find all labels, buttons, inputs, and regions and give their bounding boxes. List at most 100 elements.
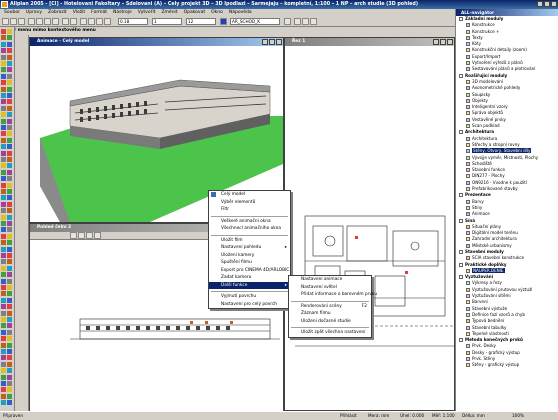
tool-icon[interactable] bbox=[1, 86, 6, 92]
context-menu-item[interactable]: Nastavení pro celý povrch bbox=[209, 301, 290, 309]
tool-icon[interactable] bbox=[1, 150, 6, 156]
tool-icon[interactable] bbox=[1, 54, 6, 60]
layer-select[interactable]: AR_SCHOD_K bbox=[230, 18, 280, 25]
print-icon[interactable] bbox=[28, 18, 35, 25]
menu-3[interactable]: Vložit bbox=[73, 10, 85, 15]
tool-icon[interactable] bbox=[7, 99, 12, 105]
cut-icon[interactable] bbox=[36, 18, 43, 25]
refresh-icon[interactable] bbox=[94, 232, 101, 239]
expand-icon[interactable] bbox=[459, 73, 463, 78]
line-type-select[interactable]: 1 bbox=[152, 18, 182, 25]
tool-icon[interactable] bbox=[1, 323, 6, 329]
tool-icon[interactable] bbox=[7, 323, 12, 329]
expand-icon[interactable] bbox=[459, 275, 463, 280]
submenu-item[interactable]: Nastavení světel bbox=[289, 284, 371, 292]
tool-icon[interactable] bbox=[1, 253, 6, 258]
tool-icon[interactable] bbox=[1, 233, 6, 239]
tool-icon[interactable] bbox=[1, 80, 6, 86]
tool-icon[interactable] bbox=[1, 112, 6, 118]
tool-icon[interactable] bbox=[7, 355, 12, 361]
tool-icon[interactable] bbox=[7, 137, 12, 143]
context-menu-item[interactable]: Všechnecl animačního okna bbox=[209, 225, 290, 233]
tool-icon[interactable] bbox=[1, 214, 6, 220]
tool-icon[interactable] bbox=[7, 201, 12, 207]
zoom-in-icon[interactable] bbox=[70, 232, 77, 239]
tool-icon[interactable] bbox=[1, 304, 6, 310]
tool-icon[interactable] bbox=[7, 253, 12, 258]
menu-1[interactable]: Upravy bbox=[26, 10, 42, 15]
tool-icon[interactable] bbox=[7, 381, 12, 386]
tool-icon[interactable] bbox=[7, 374, 12, 380]
tool-icon[interactable] bbox=[7, 349, 12, 354]
tool-icon[interactable] bbox=[1, 99, 6, 105]
tool-icon[interactable] bbox=[1, 41, 6, 47]
expand-icon[interactable] bbox=[459, 193, 463, 198]
tool-icon[interactable] bbox=[7, 118, 12, 124]
tool-icon[interactable] bbox=[1, 163, 6, 169]
menu-2[interactable]: Zobrazit bbox=[48, 10, 67, 15]
menu-7[interactable]: Změnit bbox=[161, 10, 177, 15]
tool-icon[interactable] bbox=[1, 297, 6, 303]
navigator-item[interactable]: Stěny - grafický výstup bbox=[456, 362, 558, 368]
tool-icon[interactable] bbox=[7, 54, 12, 60]
tool-icon[interactable] bbox=[7, 163, 12, 169]
context-menu-item[interactable]: Uložit film bbox=[209, 237, 290, 245]
tool-icon[interactable] bbox=[7, 35, 12, 41]
tool-icon[interactable] bbox=[7, 80, 12, 86]
menu-10[interactable]: Nápověda bbox=[229, 10, 252, 15]
color-select[interactable]: 12 bbox=[186, 18, 216, 25]
expand-icon[interactable] bbox=[459, 262, 463, 267]
maximize-button[interactable] bbox=[269, 39, 275, 45]
context-menu-item[interactable]: Export pro CINEMA 4D/ARLOBIC bbox=[209, 267, 290, 275]
tool-icon[interactable] bbox=[7, 329, 12, 335]
tool-icon[interactable] bbox=[1, 381, 6, 386]
context-menu-item[interactable]: Nastavení pohledu ▸ bbox=[209, 244, 290, 252]
tool-icon[interactable] bbox=[1, 221, 6, 226]
tool-icon[interactable] bbox=[1, 182, 6, 188]
expand-icon[interactable] bbox=[459, 17, 463, 21]
tool-icon[interactable] bbox=[1, 278, 6, 284]
tool-icon[interactable] bbox=[1, 48, 6, 54]
tool-icon[interactable] bbox=[1, 208, 6, 214]
maximize-button[interactable] bbox=[544, 1, 550, 7]
tool-icon[interactable] bbox=[1, 125, 6, 130]
tool-icon[interactable] bbox=[1, 291, 6, 297]
context-menu-item[interactable]: Uložení kamery bbox=[209, 252, 290, 260]
tool-icon[interactable] bbox=[1, 259, 6, 265]
close-button[interactable] bbox=[276, 39, 282, 45]
tool-icon[interactable] bbox=[7, 240, 12, 246]
tool-icon[interactable] bbox=[1, 61, 6, 66]
layer-settings-icon[interactable] bbox=[284, 18, 291, 25]
tool-icon[interactable] bbox=[7, 265, 12, 271]
tool-icon[interactable] bbox=[7, 246, 12, 252]
menu-0[interactable]: Soubor bbox=[4, 10, 20, 15]
tool-icon[interactable] bbox=[7, 285, 12, 290]
submenu-item[interactable]: Renderování scény F2 bbox=[289, 303, 371, 311]
tool-icon[interactable] bbox=[1, 73, 6, 79]
tool-icon[interactable] bbox=[1, 35, 6, 41]
new-file-icon[interactable] bbox=[2, 18, 9, 25]
tool-icon[interactable] bbox=[1, 342, 6, 348]
snap-icon[interactable] bbox=[310, 18, 317, 25]
context-menu-item[interactable]: Veškeré animační okna bbox=[209, 218, 290, 226]
tool-icon[interactable] bbox=[7, 304, 12, 310]
tool-icon[interactable] bbox=[7, 336, 12, 342]
tool-icon[interactable] bbox=[1, 272, 6, 278]
context-menu-item[interactable]: Spuštění filmu bbox=[209, 259, 290, 267]
layer-icon[interactable] bbox=[88, 18, 95, 25]
context-menu-item[interactable]: Zadat kameru bbox=[209, 274, 290, 282]
submenu-item[interactable]: Nastavení animace bbox=[289, 276, 371, 284]
tool-icon[interactable] bbox=[7, 208, 12, 214]
menu-8[interactable]: Opakovat bbox=[184, 10, 206, 15]
properties-icon[interactable] bbox=[96, 18, 103, 25]
tool-icon[interactable] bbox=[1, 361, 6, 367]
tool-icon[interactable] bbox=[1, 310, 6, 316]
tool-icon[interactable] bbox=[1, 240, 6, 246]
tool-icon[interactable] bbox=[1, 285, 6, 290]
zoom-out-icon[interactable] bbox=[78, 232, 85, 239]
menu-5[interactable]: Nástroje bbox=[113, 10, 132, 15]
tool-icon[interactable] bbox=[1, 374, 6, 380]
tool-icon[interactable] bbox=[1, 169, 6, 175]
tool-icon[interactable] bbox=[1, 246, 6, 252]
pattern-icon[interactable] bbox=[294, 18, 301, 25]
